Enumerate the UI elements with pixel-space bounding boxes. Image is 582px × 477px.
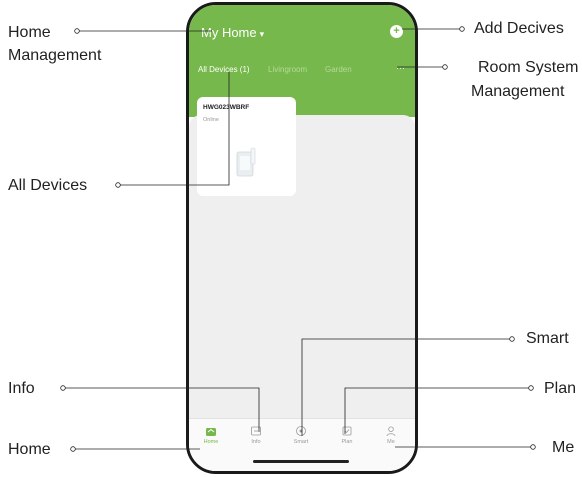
- nav-me-label: Me: [387, 439, 395, 445]
- tab-livingroom[interactable]: Livingroom: [268, 65, 307, 74]
- label-home: Home: [8, 441, 51, 458]
- room-menu-icon[interactable]: ···: [396, 63, 405, 73]
- phone-screen: My Home ▾ + All Devices (1) Livingroom Ga…: [186, 2, 418, 474]
- nav-info-label: Info: [251, 439, 261, 445]
- add-device-button[interactable]: +: [390, 25, 403, 38]
- home-indicator: [253, 460, 349, 463]
- label-room-system-2: Management: [471, 83, 565, 100]
- room-tabs: All Devices (1) Livingroom Garden ···: [198, 63, 405, 79]
- label-home-management-1: Home: [8, 24, 51, 41]
- nav-info[interactable]: Info: [238, 425, 274, 445]
- nav-plan-label: Plan: [341, 439, 353, 445]
- label-smart: Smart: [526, 330, 569, 347]
- smart-icon: [296, 426, 306, 436]
- label-all-devices: All Devices: [8, 177, 88, 194]
- label-add-devices: Add Decives: [474, 20, 564, 37]
- label-info: Info: [8, 380, 35, 397]
- nav-smart[interactable]: Smart: [283, 425, 319, 445]
- tab-all-devices[interactable]: All Devices (1): [198, 65, 250, 74]
- label-room-system-1: Room System: [478, 59, 579, 76]
- home-icon: [206, 428, 216, 436]
- plus-icon: +: [393, 25, 400, 37]
- nav-me[interactable]: Me: [373, 425, 409, 445]
- device-name: HWG023WBRF: [203, 104, 250, 111]
- device-area: HWG023WBRF Online Home Info Smart Plan M…: [189, 97, 415, 471]
- nav-plan[interactable]: Plan: [329, 425, 365, 445]
- label-me: Me: [552, 439, 575, 456]
- nav-home-label: Home: [203, 439, 219, 445]
- info-icon: [251, 426, 261, 436]
- tab-garden[interactable]: Garden: [325, 65, 352, 74]
- label-plan: Plan: [544, 380, 577, 397]
- device-card[interactable]: HWG023WBRF Online: [197, 97, 296, 196]
- label-home-management-2: Management: [8, 47, 102, 64]
- bottom-nav: Home Info Smart Plan Me: [189, 418, 415, 471]
- device-image-icon: [236, 147, 256, 177]
- home-selector[interactable]: My Home ▾: [201, 25, 264, 40]
- device-status: Online: [203, 117, 219, 123]
- plan-icon: [342, 426, 352, 436]
- person-icon: [386, 426, 396, 437]
- nav-home[interactable]: Home: [193, 425, 229, 445]
- nav-smart-label: Smart: [293, 439, 309, 445]
- home-title: My Home: [201, 25, 257, 40]
- caret-down-icon: ▾: [259, 29, 265, 39]
